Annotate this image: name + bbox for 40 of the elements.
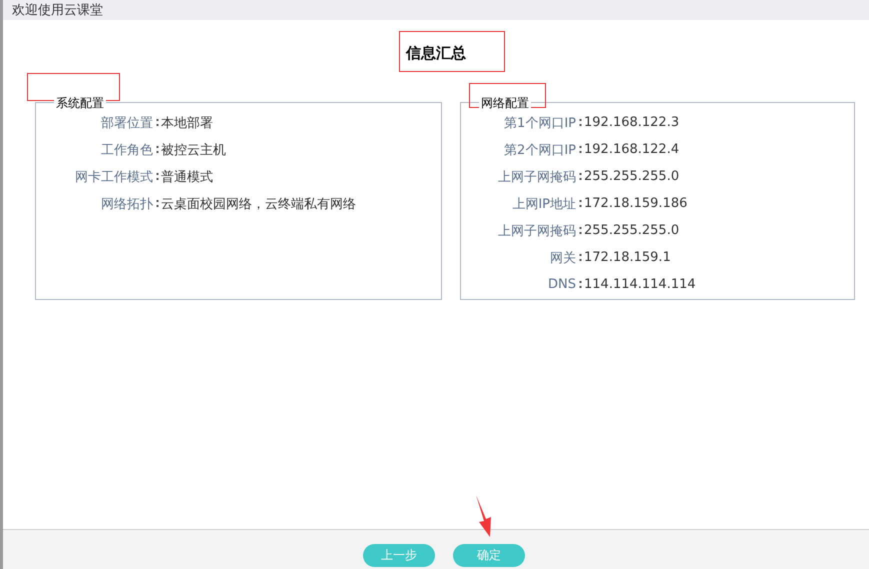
field-value: 本地部署 [161, 114, 214, 132]
field-value: 192.168.122.3 [584, 115, 680, 130]
colon-icon [578, 145, 582, 154]
colon-icon [578, 118, 582, 127]
panel-title: 系统配置 [54, 95, 106, 112]
field-value: 255.255.255.0 [584, 169, 680, 184]
colon-icon [578, 226, 582, 235]
window-title: 欢迎使用云课堂 [12, 2, 103, 19]
field-label: 上网子网掩码 [497, 168, 576, 186]
field-label: 部署位置 [100, 114, 153, 132]
field-value: 被控云主机 [161, 142, 227, 158]
colon-icon [156, 172, 158, 181]
step-button[interactable]: 上一步 [363, 544, 435, 567]
field-value: 普通模式 [161, 168, 214, 186]
field-label: 网卡工作模式 [74, 168, 153, 186]
field-label: 第1个网口IP [503, 114, 576, 132]
colon-icon [156, 118, 158, 127]
panel-title: 网络配置 [479, 95, 531, 112]
colon-icon [156, 199, 158, 208]
field-label: 网关 [549, 250, 576, 266]
field-label: 第2个网口IP [503, 142, 576, 158]
colon-icon [578, 280, 582, 289]
field-value: 114.114.114.114 [584, 277, 697, 292]
annotation-arrow [473, 495, 493, 537]
field-value: 172.18.159.186 [584, 196, 688, 211]
colon-icon [578, 253, 582, 262]
field-label: 上网IP地址 [511, 196, 576, 212]
field-label: DNS [547, 277, 576, 292]
colon-icon [156, 145, 158, 154]
field-label: 工作角色 [100, 142, 153, 158]
field-value: 云桌面校园网络，云终端私有网络 [161, 196, 357, 212]
field-value: 192.168.122.4 [584, 142, 680, 157]
page-heading: 信息汇总 [406, 44, 466, 63]
field-label: 网络拓扑 [100, 196, 153, 212]
field-value: 172.18.159.1 [584, 250, 672, 265]
field-label: 上网子网掩码 [497, 222, 576, 240]
colon-icon [578, 172, 582, 181]
colon-icon [578, 199, 582, 208]
field-value: 255.255.255.0 [584, 223, 680, 238]
step-button[interactable]: 确定 [453, 544, 525, 567]
